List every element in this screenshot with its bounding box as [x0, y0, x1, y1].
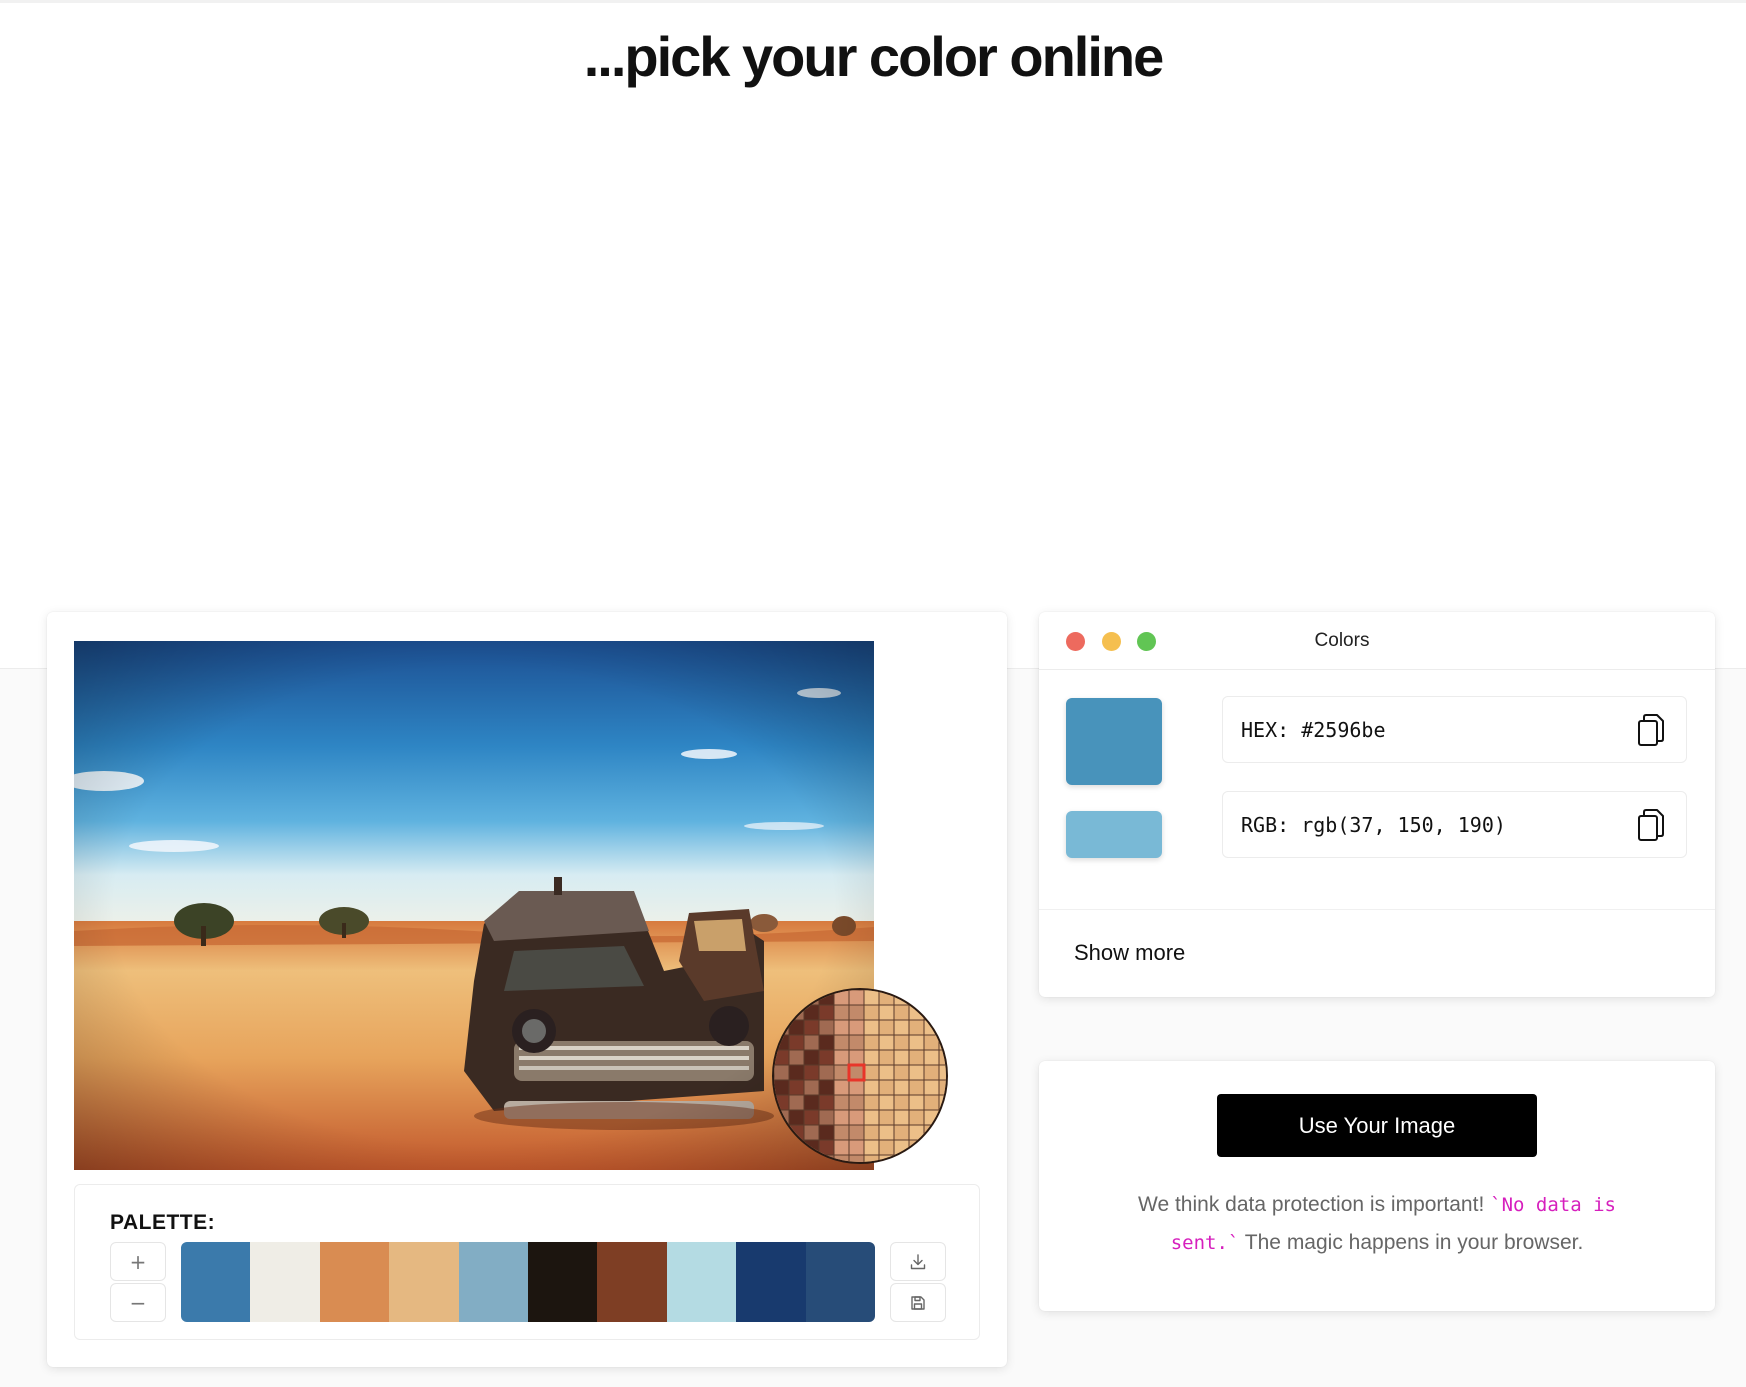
divider — [1039, 909, 1715, 910]
rgb-value: rgb(37, 150, 190) — [1301, 813, 1506, 837]
colors-title: Colors — [1314, 630, 1370, 651]
use-your-image-button[interactable]: Use Your Image — [1217, 1094, 1537, 1157]
upload-card: Use Your Image We think data protection … — [1039, 1061, 1715, 1311]
hex-label: HEX: — [1241, 718, 1290, 742]
palette-swatch[interactable] — [666, 1242, 737, 1322]
palette-swatch[interactable] — [250, 1242, 320, 1322]
download-icon — [910, 1253, 926, 1269]
palette-swatch[interactable] — [389, 1242, 459, 1322]
palette-label: PALETTE: — [110, 1211, 216, 1234]
add-color-button[interactable]: + — [110, 1242, 166, 1281]
palette-swatch[interactable] — [805, 1242, 875, 1322]
privacy-text-1: We think data protection is important! — [1138, 1193, 1485, 1216]
show-more-link[interactable]: Show more — [1074, 940, 1185, 966]
palette-swatch[interactable] — [597, 1242, 667, 1322]
source-image[interactable] — [74, 641, 874, 1170]
palette-swatch[interactable] — [528, 1242, 598, 1322]
hex-text: HEX: #2596be — [1241, 718, 1386, 742]
palette-swatch[interactable] — [319, 1242, 390, 1322]
minus-icon: − — [129, 1290, 147, 1315]
privacy-text-2: The magic happens in your browser. — [1244, 1231, 1584, 1254]
secondary-color-swatch — [1066, 811, 1162, 858]
palette-swatches — [181, 1242, 875, 1322]
privacy-code-2: sent.` — [1170, 1232, 1240, 1254]
rgb-text: RGB: rgb(37, 150, 190) — [1241, 813, 1506, 837]
copy-icon[interactable] — [1636, 808, 1666, 842]
hex-value: #2596be — [1301, 718, 1386, 742]
primary-color-swatch — [1066, 698, 1162, 785]
palette-swatch[interactable] — [736, 1242, 806, 1322]
top-border — [0, 0, 1746, 3]
page-title: ...pick your color online — [583, 25, 1165, 88]
rgb-label: RGB: — [1241, 813, 1290, 837]
privacy-notice: We think data protection is important! `… — [1079, 1186, 1675, 1262]
save-icon — [911, 1295, 925, 1310]
copy-icon[interactable] — [1636, 713, 1666, 747]
hex-field[interactable]: HEX: #2596be — [1222, 696, 1687, 763]
magnifier-loupe — [772, 988, 948, 1164]
colors-titlebar: Colors — [1039, 612, 1715, 670]
remove-color-button[interactable]: − — [110, 1283, 166, 1322]
privacy-code-1: `No data is — [1490, 1194, 1616, 1216]
colors-panel: Colors HEX: #2596be RGB: rgb(37, 150, 19… — [1039, 612, 1715, 997]
plus-icon: + — [129, 1249, 147, 1274]
download-palette-button[interactable] — [890, 1242, 946, 1281]
save-palette-button[interactable] — [890, 1283, 946, 1322]
palette-swatch[interactable] — [181, 1242, 251, 1322]
palette-panel: PALETTE: + − — [74, 1184, 980, 1340]
rgb-field[interactable]: RGB: rgb(37, 150, 190) — [1222, 791, 1687, 858]
palette-swatch[interactable] — [458, 1242, 529, 1322]
